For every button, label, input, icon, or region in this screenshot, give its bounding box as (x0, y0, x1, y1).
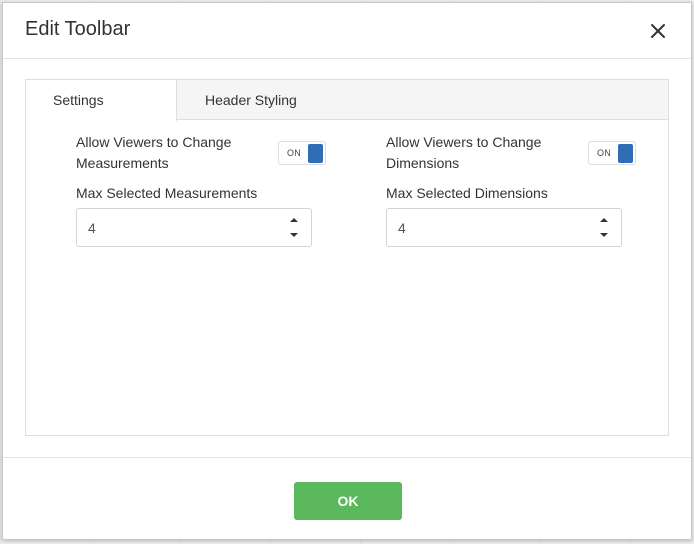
allow-change-measurements-toggle[interactable]: ON (278, 141, 326, 165)
caret-down-icon[interactable] (599, 231, 609, 239)
tab-settings[interactable]: Settings (26, 80, 177, 121)
toggle-state-text: ON (287, 148, 302, 158)
edit-toolbar-dialog: Edit Toolbar Settings Header Styling All… (2, 2, 692, 540)
settings-panel: Settings Header Styling Allow Viewers to… (25, 79, 669, 436)
max-dimensions-input[interactable] (388, 210, 588, 245)
toggle-knob (308, 144, 323, 163)
measurements-column: Allow Viewers to Change Measurements ON … (76, 132, 326, 247)
ok-button[interactable]: OK (294, 482, 402, 520)
dialog-footer: OK (3, 457, 691, 541)
dimensions-column: Allow Viewers to Change Dimensions ON Ma… (386, 132, 636, 247)
max-measurements-label: Max Selected Measurements (76, 185, 258, 201)
caret-up-icon[interactable] (599, 216, 609, 224)
close-icon (651, 24, 665, 38)
dialog-header: Edit Toolbar (3, 3, 691, 59)
close-button[interactable] (647, 20, 669, 42)
toggle-state-text: ON (597, 148, 612, 158)
max-dimensions-label: Max Selected Dimensions (386, 185, 548, 201)
tab-bar: Settings Header Styling (26, 80, 668, 121)
dialog-title: Edit Toolbar (25, 18, 131, 40)
toggle-knob (618, 144, 633, 163)
caret-up-icon[interactable] (289, 216, 299, 224)
max-measurements-stepper (76, 208, 312, 247)
max-dimensions-stepper (386, 208, 622, 247)
tab-header-styling[interactable]: Header Styling (178, 80, 325, 120)
max-measurements-input[interactable] (78, 210, 278, 245)
allow-change-dimensions-label: Allow Viewers to Change Dimensions (386, 134, 542, 171)
allow-change-measurements-label: Allow Viewers to Change Measurements (76, 134, 232, 171)
caret-down-icon[interactable] (289, 231, 299, 239)
allow-change-dimensions-toggle[interactable]: ON (588, 141, 636, 165)
